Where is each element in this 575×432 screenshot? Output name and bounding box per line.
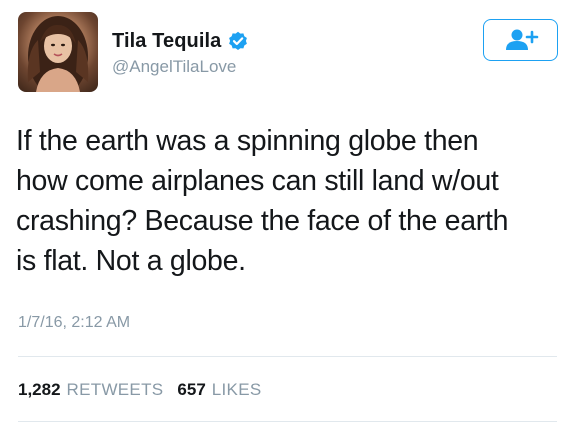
tweet-text-line: is flat. Not a globe.: [16, 245, 246, 277]
tweet-card: Tila Tequila @AngelTilaLove If the earth…: [0, 0, 575, 432]
tweet-stats: 1,282 RETWEETS 657 LIKES: [18, 380, 275, 400]
user-handle[interactable]: @AngelTilaLove: [112, 57, 236, 77]
tweet-text-line: If the earth was a spinning globe then: [16, 125, 479, 157]
retweets-stat[interactable]: 1,282 RETWEETS: [18, 380, 163, 400]
user-display-name[interactable]: Tila Tequila: [112, 30, 221, 53]
verified-badge-icon: [228, 31, 248, 51]
likes-label: LIKES: [211, 380, 262, 399]
divider: [18, 356, 557, 357]
likes-stat[interactable]: 657 LIKES: [177, 380, 261, 400]
divider: [18, 421, 557, 422]
follow-button[interactable]: [483, 19, 558, 61]
tweet-text: If the earth was a spinning globe then h…: [16, 121, 564, 281]
add-user-icon: [505, 29, 538, 50]
user-name-row: Tila Tequila: [112, 28, 248, 54]
retweets-label: RETWEETS: [66, 380, 164, 399]
avatar-portrait-icon: [27, 16, 89, 92]
tweet-text-line: crashing? Because the face of the earth: [16, 205, 509, 237]
tweet-timestamp[interactable]: 1/7/16, 2:12 AM: [18, 314, 130, 332]
tweet-text-line: how come airplanes can still land w/out: [16, 165, 499, 197]
avatar[interactable]: [18, 12, 98, 92]
likes-count: 657: [177, 380, 206, 399]
retweets-count: 1,282: [18, 380, 61, 399]
